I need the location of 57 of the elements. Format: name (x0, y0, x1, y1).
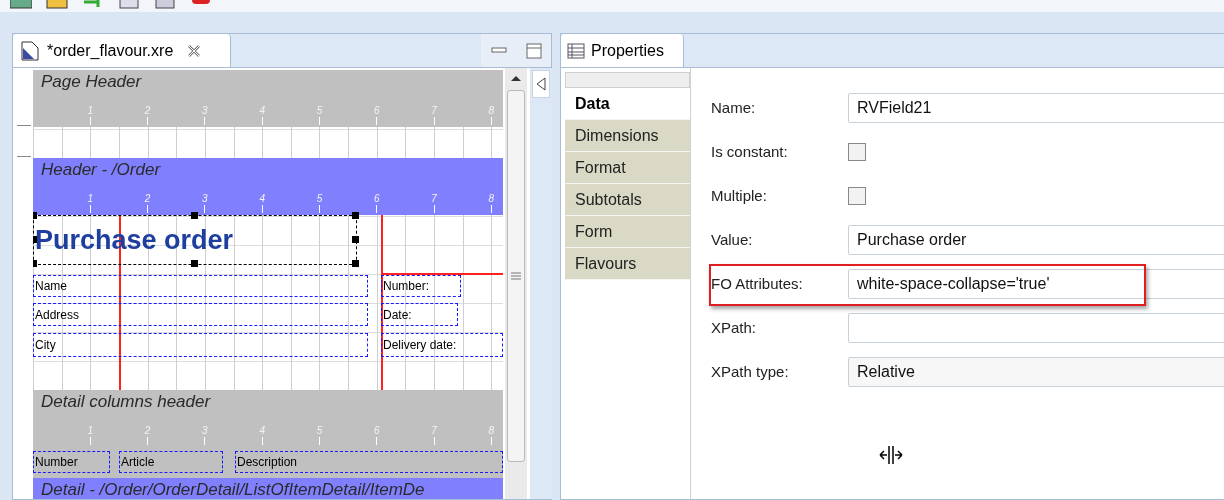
report-field[interactable]: Date: (381, 303, 458, 326)
ruler-number: 2 (143, 193, 152, 205)
section-tab[interactable]: Dimensions (565, 120, 690, 152)
band-title: Page Header (41, 72, 142, 92)
ruler-number: 3 (201, 193, 209, 205)
report-band[interactable]: Detail - /Order/OrderDetail/ListOfItemDetail/ItemDe (33, 478, 503, 499)
report-field[interactable]: Article (119, 451, 223, 473)
report-field[interactable]: Name (33, 275, 368, 297)
band-body[interactable]: Number Article Description (33, 447, 503, 478)
field-label: Value: (711, 229, 754, 250)
ruler-number: 6 (373, 193, 381, 205)
band-title: Detail - /Order/OrderDetail/ListOfItemDetail/ItemDe (41, 480, 425, 499)
properties-tab[interactable]: Properties (561, 34, 684, 67)
section-tab[interactable]: Form (565, 216, 690, 248)
maximize-icon[interactable] (525, 42, 542, 59)
report-field[interactable]: Number: (381, 275, 461, 297)
checkbox[interactable] (848, 143, 866, 161)
editor-tab[interactable]: *order_flavour.xre (13, 34, 231, 67)
resize-cursor-icon (878, 445, 904, 465)
collapse-button[interactable] (532, 70, 550, 98)
tab-title: Properties (591, 40, 664, 61)
report-band[interactable]: Header - /Order 1 2 3 4 5 6 7 8 (33, 158, 503, 215)
tab-title: *order_flavour.xre (47, 40, 174, 61)
scrollbar-thumb[interactable] (507, 90, 525, 462)
input-field[interactable] (848, 313, 1224, 343)
input-field[interactable]: RVField21 (848, 93, 1224, 123)
report-field[interactable]: Number (33, 451, 110, 473)
scrollbar[interactable] (505, 68, 527, 499)
report-field[interactable]: Description (235, 451, 503, 473)
band-title: Header - /Order (41, 160, 161, 180)
dropdown-field[interactable]: Relative (848, 357, 1224, 387)
ruler-number: 8 (487, 193, 496, 205)
triangle-left-icon (536, 77, 546, 91)
section-tab[interactable]: Subtotals (565, 184, 690, 216)
ruler-number: 1 (86, 193, 95, 205)
ruler-number: 4 (258, 193, 266, 205)
field-label: Multiple: (711, 185, 768, 206)
field-label: Name: (711, 97, 757, 118)
ruler-document-icon (19, 39, 41, 62)
band-title: Detail columns header (41, 392, 211, 412)
report-field[interactable]: Delivery date: (381, 333, 503, 357)
ruler-number: 7 (430, 193, 438, 205)
field-label: XPath: (711, 317, 758, 338)
section-tab[interactable]: Format (565, 152, 690, 184)
close-icon[interactable] (187, 43, 202, 58)
checkbox[interactable] (848, 187, 866, 205)
section-tab[interactable]: Flavours (565, 248, 690, 280)
input-field[interactable]: white-space-collapse='true' (848, 269, 1224, 299)
field-label: FO Attributes: (711, 273, 804, 294)
field-label: XPath type: (711, 361, 790, 382)
grip-icon (511, 272, 521, 280)
field-label: Is constant: (711, 141, 789, 162)
report-field[interactable]: City (33, 333, 368, 357)
ruler-number: 5 (315, 193, 324, 205)
input-field[interactable]: Purchase order (848, 225, 1224, 255)
report-field[interactable]: Address (33, 303, 368, 326)
scroll-up-icon[interactable] (510, 74, 522, 82)
